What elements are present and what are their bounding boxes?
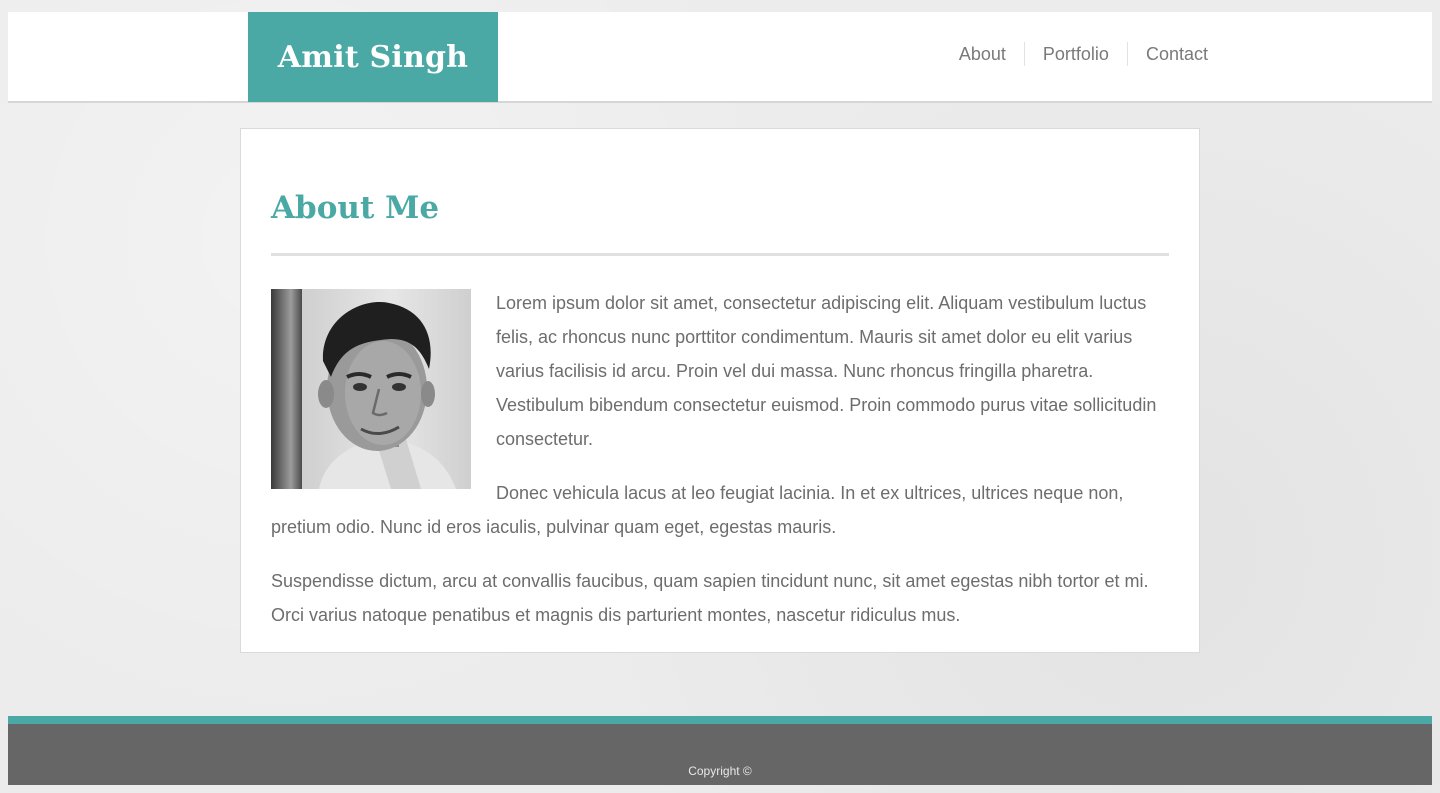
profile-photo bbox=[271, 289, 471, 489]
person-portrait-icon bbox=[318, 302, 456, 489]
main-nav: About Portfolio Contact bbox=[941, 42, 1208, 66]
about-paragraph: Suspendisse dictum, arcu at convallis fa… bbox=[271, 571, 1149, 625]
site-header: Amit Singh About Portfolio Contact bbox=[8, 12, 1432, 103]
title-divider bbox=[271, 253, 1169, 256]
site-footer: Copyright © bbox=[8, 716, 1432, 785]
about-card: About Me Lorem ipsum dolor sit amet, con… bbox=[240, 128, 1200, 653]
nav-link-portfolio[interactable]: Portfolio bbox=[1023, 42, 1127, 66]
nav-link-contact[interactable]: Contact bbox=[1126, 42, 1208, 66]
brand-name: Amit Singh bbox=[277, 39, 469, 75]
nav-link-about[interactable]: About bbox=[941, 42, 1024, 66]
copyright-text: Copyright © bbox=[688, 764, 752, 778]
brand-logo[interactable]: Amit Singh bbox=[248, 12, 498, 102]
about-title: About Me bbox=[271, 190, 440, 226]
